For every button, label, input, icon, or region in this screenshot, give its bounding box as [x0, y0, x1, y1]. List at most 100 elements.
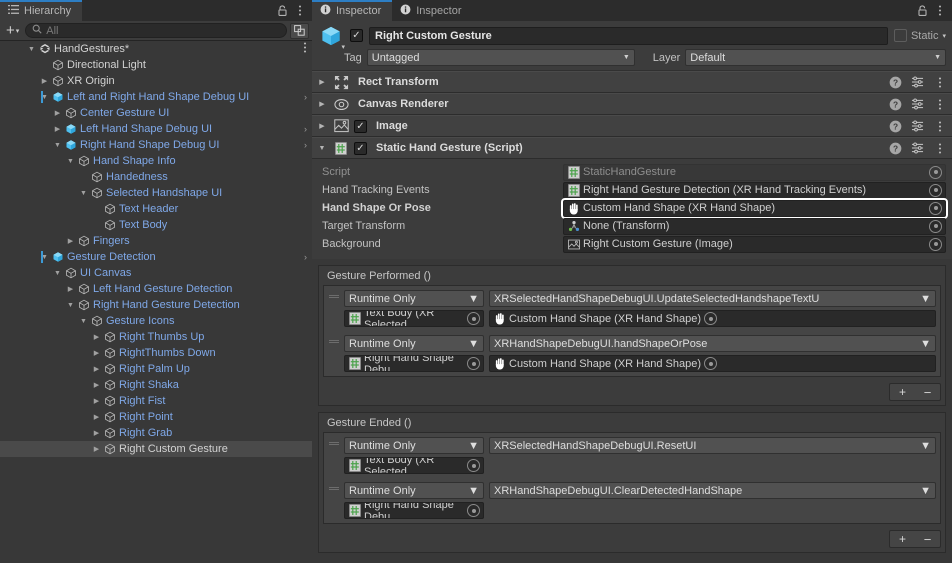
expand-arrow-icon[interactable]: ▶	[52, 121, 63, 137]
preset-icon[interactable]	[911, 98, 924, 111]
object-picker-icon[interactable]	[467, 312, 480, 325]
search-input[interactable]: All	[25, 23, 287, 38]
kebab-menu-icon[interactable]	[292, 0, 308, 21]
property-object-field[interactable]: Right Custom Gesture (Image)	[563, 236, 946, 253]
event-mode-dropdown[interactable]: Runtime Only▼	[344, 437, 484, 454]
kebab-menu-icon[interactable]	[933, 120, 946, 133]
kebab-menu-icon[interactable]	[933, 76, 946, 89]
tab-inspector-1[interactable]: Inspector	[312, 0, 392, 21]
hierarchy-item-left-and-right-hand-shape-debug-ui[interactable]: ▼Left and Right Hand Shape Debug UI›	[0, 89, 312, 105]
remove-event-button[interactable]: −	[915, 531, 940, 547]
event-method-dropdown[interactable]: XRSelectedHandShapeDebugUI.ResetUI▼	[489, 437, 936, 454]
component-enabled-checkbox[interactable]: ✓	[354, 120, 367, 133]
hierarchy-item-fingers[interactable]: ▶Fingers	[0, 233, 312, 249]
object-picker-icon[interactable]	[929, 238, 942, 251]
static-toggle-group[interactable]: Static ▾	[894, 29, 946, 42]
hierarchy-item-right-hand-shape-debug-ui[interactable]: ▼Right Hand Shape Debug UI›	[0, 137, 312, 153]
hierarchy-item-text-body[interactable]: ▶Text Body	[0, 217, 312, 233]
gameobject-enabled-checkbox[interactable]: ✓	[350, 29, 363, 42]
event-target-object-field[interactable]: Text Body (XR Selected	[344, 310, 484, 327]
layer-dropdown[interactable]: Default ▼	[685, 49, 946, 66]
expand-arrow-icon[interactable]: ▼	[52, 137, 63, 153]
hierarchy-tree[interactable]: ▼HandGestures*▶Directional Light▶XR Orig…	[0, 41, 312, 563]
expand-arrow-icon[interactable]: ▶	[91, 409, 102, 425]
event-mode-dropdown[interactable]: Runtime Only▼	[344, 290, 484, 307]
help-icon[interactable]: ?	[889, 98, 902, 111]
hierarchy-item-center-gesture-ui[interactable]: ▶Center Gesture UI	[0, 105, 312, 121]
object-picker-icon[interactable]	[929, 220, 942, 233]
expand-arrow-icon[interactable]: ▶	[91, 361, 102, 377]
expand-arrow-icon[interactable]: ▶	[91, 393, 102, 409]
component-header-canvas-renderer[interactable]: ▶Canvas Renderer?	[312, 93, 952, 115]
object-picker-icon[interactable]	[704, 357, 717, 370]
drag-handle-icon[interactable]	[328, 335, 340, 372]
object-picker-icon[interactable]	[467, 459, 480, 472]
expand-arrow-icon[interactable]: ▼	[78, 185, 89, 201]
lock-icon[interactable]	[914, 0, 930, 21]
object-picker-icon[interactable]	[929, 202, 942, 215]
event-method-dropdown[interactable]: XRHandShapeDebugUI.ClearDetectedHandShap…	[489, 482, 936, 499]
hierarchy-item-directional-light[interactable]: ▶Directional Light	[0, 57, 312, 73]
component-foldout-icon[interactable]: ▶	[316, 100, 328, 108]
property-object-field[interactable]: None (Transform)	[563, 218, 946, 235]
hierarchy-item-rightthumbs-down[interactable]: ▶RightThumbs Down	[0, 345, 312, 361]
kebab-menu-icon[interactable]	[933, 98, 946, 111]
remove-event-button[interactable]: −	[915, 384, 940, 400]
static-caret-icon[interactable]: ▾	[942, 32, 946, 40]
component-enabled-checkbox[interactable]: ✓	[354, 142, 367, 155]
event-target-object-field[interactable]: Text Body (XR Selected	[344, 457, 484, 474]
add-event-button[interactable]: +	[890, 384, 915, 400]
expand-arrow-icon[interactable]: ▼	[65, 153, 76, 169]
expand-arrow-icon[interactable]: ▼	[26, 41, 37, 57]
tag-dropdown[interactable]: Untagged ▼	[367, 49, 635, 66]
object-picker-icon[interactable]	[929, 166, 942, 179]
hierarchy-item-right-custom-gesture[interactable]: ▶Right Custom Gesture	[0, 441, 312, 457]
hierarchy-item-xr-origin[interactable]: ▶XR Origin	[0, 73, 312, 89]
hierarchy-item-right-thumbs-up[interactable]: ▶Right Thumbs Up	[0, 329, 312, 345]
prefab-open-chevron-icon[interactable]: ›	[304, 92, 307, 102]
preset-icon[interactable]	[911, 120, 924, 133]
prefab-open-chevron-icon[interactable]: ›	[304, 252, 307, 262]
prefab-dropdown-caret[interactable]: ▾	[341, 43, 345, 51]
event-method-dropdown[interactable]: XRHandShapeDebugUI.handShapeOrPose▼	[489, 335, 936, 352]
kebab-menu-icon[interactable]	[932, 0, 948, 21]
hierarchy-item-right-fist[interactable]: ▶Right Fist	[0, 393, 312, 409]
lock-icon[interactable]	[274, 0, 290, 21]
gameobject-name-field[interactable]: Right Custom Gesture	[369, 27, 888, 45]
tab-inspector-2[interactable]: Inspector	[392, 0, 472, 21]
hierarchy-item-right-hand-gesture-detection[interactable]: ▼Right Hand Gesture Detection	[0, 297, 312, 313]
help-icon[interactable]: ?	[889, 76, 902, 89]
hierarchy-item-left-hand-gesture-detection[interactable]: ▶Left Hand Gesture Detection	[0, 281, 312, 297]
hierarchy-item-gesture-detection[interactable]: ▼Gesture Detection›	[0, 249, 312, 265]
expand-arrow-icon[interactable]: ▼	[52, 265, 63, 281]
preset-icon[interactable]	[911, 76, 924, 89]
hierarchy-item-handedness[interactable]: ▶Handedness	[0, 169, 312, 185]
prefab-open-chevron-icon[interactable]: ›	[304, 140, 307, 150]
kebab-menu-icon[interactable]	[303, 41, 307, 57]
event-target-object-field[interactable]: Right Hand Shape Debu	[344, 355, 484, 372]
expand-arrow-icon[interactable]: ▶	[65, 281, 76, 297]
tab-hierarchy[interactable]: Hierarchy	[0, 0, 82, 21]
kebab-menu-icon[interactable]	[933, 142, 946, 155]
add-gameobject-button[interactable]: + ▾	[3, 23, 22, 39]
event-argument-object-field[interactable]: Custom Hand Shape (XR Hand Shape)	[489, 355, 936, 372]
hierarchy-item-left-hand-shape-debug-ui[interactable]: ▶Left Hand Shape Debug UI›	[0, 121, 312, 137]
expand-arrow-icon[interactable]: ▶	[91, 441, 102, 457]
property-object-field[interactable]: StaticHandGesture	[563, 164, 946, 181]
component-header-rect-transform[interactable]: ▶Rect Transform?	[312, 71, 952, 93]
component-foldout-icon[interactable]: ▶	[316, 78, 328, 86]
hierarchy-item-selected-handshape-ui[interactable]: ▼Selected Handshape UI	[0, 185, 312, 201]
object-picker-icon[interactable]	[929, 184, 942, 197]
component-header-image[interactable]: ▶✓Image?	[312, 115, 952, 137]
expand-arrow-icon[interactable]: ▶	[91, 425, 102, 441]
event-target-object-field[interactable]: Right Hand Shape Debu	[344, 502, 484, 519]
component-foldout-icon[interactable]: ▶	[316, 122, 328, 130]
event-method-dropdown[interactable]: XRSelectedHandShapeDebugUI.UpdateSelecte…	[489, 290, 936, 307]
hierarchy-item-right-point[interactable]: ▶Right Point	[0, 409, 312, 425]
component-header-static-hand-gesture-script[interactable]: ▼✓Static Hand Gesture (Script)?	[312, 137, 952, 159]
event-mode-dropdown[interactable]: Runtime Only▼	[344, 482, 484, 499]
property-object-field[interactable]: Right Hand Gesture Detection (XR Hand Tr…	[563, 182, 946, 199]
event-mode-dropdown[interactable]: Runtime Only▼	[344, 335, 484, 352]
hierarchy-item-gesture-icons[interactable]: ▼Gesture Icons	[0, 313, 312, 329]
hierarchy-item-right-palm-up[interactable]: ▶Right Palm Up	[0, 361, 312, 377]
